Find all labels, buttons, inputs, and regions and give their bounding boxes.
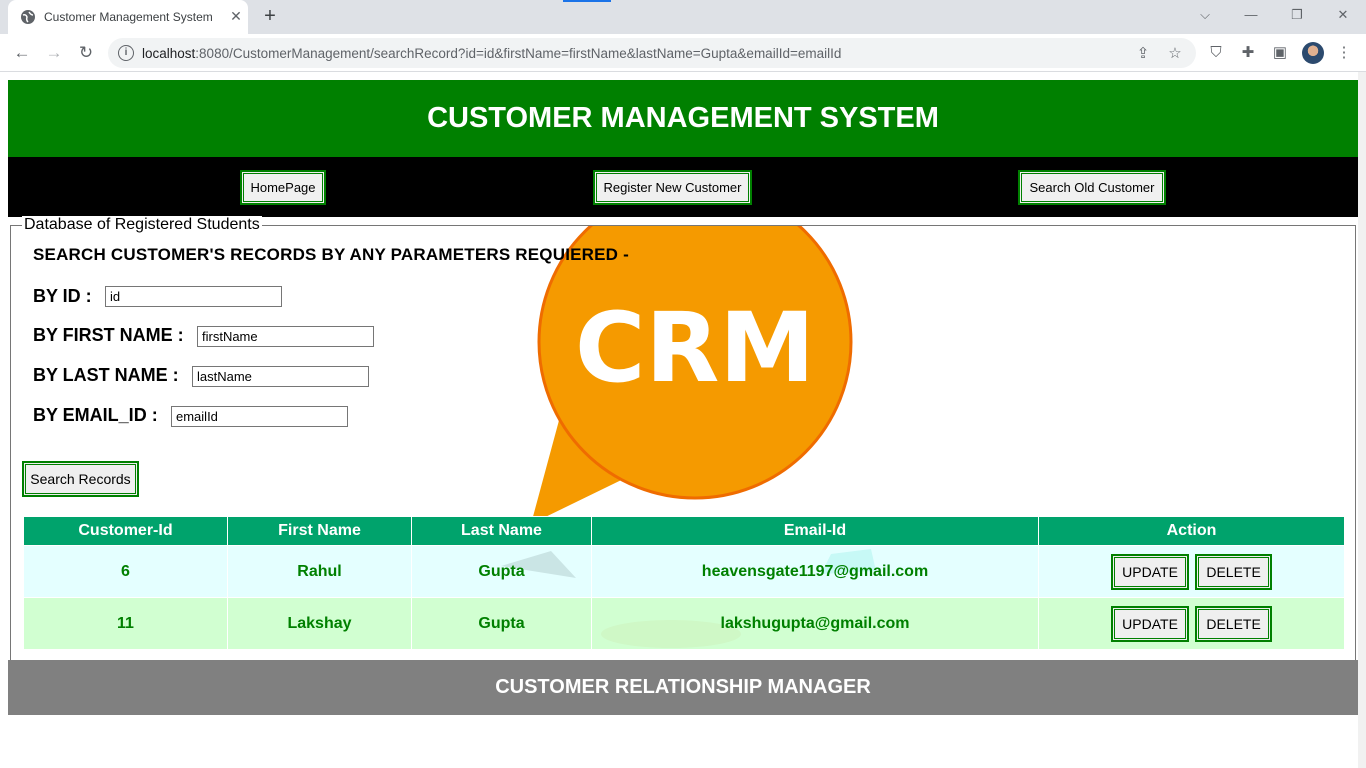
- last-name-label: BY LAST NAME :: [33, 365, 179, 385]
- forward-arrow-icon[interactable]: →: [42, 41, 66, 65]
- first-name-cell: Lakshay: [227, 597, 412, 650]
- page-scrollbar[interactable]: [1358, 72, 1366, 768]
- action-cell: UPDATE DELETE: [1038, 545, 1345, 598]
- column-header: First Name: [227, 516, 412, 546]
- page-footer: CUSTOMER RELATIONSHIP MANAGER: [8, 660, 1358, 715]
- restore-icon[interactable]: ❐: [1282, 4, 1312, 26]
- homepage-button[interactable]: HomePage: [240, 170, 326, 205]
- customer-id-cell: 11: [23, 597, 228, 650]
- shield-extension-icon[interactable]: ⛉: [1206, 43, 1226, 63]
- browser-tab[interactable]: Customer Management System ✕: [8, 0, 248, 34]
- last-name-cell: Gupta: [411, 597, 592, 650]
- last-name-input[interactable]: [192, 366, 369, 387]
- page-content: CUSTOMER MANAGEMENT SYSTEM HomePage Regi…: [0, 73, 1358, 768]
- search-records-button[interactable]: Search Records: [22, 461, 139, 497]
- update-button[interactable]: UPDATE: [1111, 553, 1189, 590]
- table-row: 6 Rahul Gupta heavensgate1197@gmail.com …: [23, 545, 1345, 598]
- first-name-cell: Rahul: [227, 545, 412, 598]
- main-nav: HomePage Register New Customer Search Ol…: [8, 157, 1358, 217]
- site-info-icon[interactable]: i: [118, 45, 134, 61]
- browser-toolbar: ← → ↻ i localhost:8080/CustomerManagemen…: [0, 34, 1366, 72]
- column-header: Last Name: [411, 516, 592, 546]
- new-tab-button[interactable]: +: [258, 5, 282, 29]
- column-header: Email-Id: [591, 516, 1039, 546]
- email-cell: lakshugupta@gmail.com: [591, 597, 1039, 650]
- reload-icon[interactable]: ↻: [74, 41, 98, 65]
- extensions-puzzle-icon[interactable]: ✚: [1238, 43, 1258, 63]
- fieldset-legend: Database of Registered Students: [22, 216, 262, 234]
- first-name-label: BY FIRST NAME :: [33, 325, 184, 345]
- page-title: CUSTOMER MANAGEMENT SYSTEM: [8, 80, 1358, 157]
- search-heading: SEARCH CUSTOMER'S RECORDS BY ANY PARAMET…: [33, 245, 629, 264]
- url-path: :8080/CustomerManagement/searchRecord?id…: [195, 46, 842, 61]
- address-bar[interactable]: i localhost:8080/CustomerManagement/sear…: [108, 38, 1196, 68]
- window-close-icon[interactable]: ✕: [1328, 4, 1358, 26]
- browser-tab-strip: Customer Management System ✕ + ⌵ — ❐ ✕: [0, 0, 1366, 34]
- url-host: localhost: [142, 46, 196, 61]
- close-tab-icon[interactable]: ✕: [226, 6, 246, 26]
- email-label: BY EMAIL_ID :: [33, 405, 158, 425]
- tab-search-icon[interactable]: ⌵: [1190, 4, 1220, 26]
- profile-avatar[interactable]: [1302, 42, 1324, 64]
- action-cell: UPDATE DELETE: [1038, 597, 1345, 650]
- url-text[interactable]: localhost:8080/CustomerManagement/search…: [142, 46, 841, 61]
- table-row: 11 Lakshay Gupta lakshugupta@gmail.com U…: [23, 597, 1345, 650]
- id-input[interactable]: [105, 286, 282, 307]
- back-arrow-icon[interactable]: ←: [10, 41, 34, 65]
- menu-kebab-icon[interactable]: ⋮: [1334, 43, 1354, 63]
- tab-strip-indicator: [563, 0, 611, 2]
- crm-logo-text: CRM: [575, 292, 815, 404]
- records-table: Customer-Id First Name Last Name Email-I…: [23, 516, 1345, 650]
- table-header-row: Customer-Id First Name Last Name Email-I…: [23, 516, 1345, 546]
- column-header: Action: [1038, 516, 1345, 546]
- bookmark-star-icon[interactable]: ☆: [1166, 45, 1184, 63]
- records-fieldset: CRM SEARCH CUSTOMER'S RECORDS BY ANY PAR…: [10, 225, 1356, 661]
- side-panel-icon[interactable]: ▣: [1270, 43, 1290, 63]
- update-button[interactable]: UPDATE: [1111, 605, 1189, 642]
- register-customer-button[interactable]: Register New Customer: [593, 170, 752, 205]
- search-customer-button[interactable]: Search Old Customer: [1018, 170, 1166, 205]
- minimize-icon[interactable]: —: [1236, 4, 1266, 26]
- tab-title: Customer Management System: [44, 10, 213, 24]
- delete-button[interactable]: DELETE: [1195, 605, 1272, 642]
- globe-icon: [21, 10, 35, 24]
- email-cell: heavensgate1197@gmail.com: [591, 545, 1039, 598]
- delete-button[interactable]: DELETE: [1195, 553, 1272, 590]
- last-name-cell: Gupta: [411, 545, 592, 598]
- column-header: Customer-Id: [23, 516, 228, 546]
- first-name-input[interactable]: [197, 326, 374, 347]
- id-label: BY ID :: [33, 286, 92, 306]
- email-input[interactable]: [171, 406, 348, 427]
- share-icon[interactable]: ⇪: [1134, 45, 1152, 63]
- customer-id-cell: 6: [23, 545, 228, 598]
